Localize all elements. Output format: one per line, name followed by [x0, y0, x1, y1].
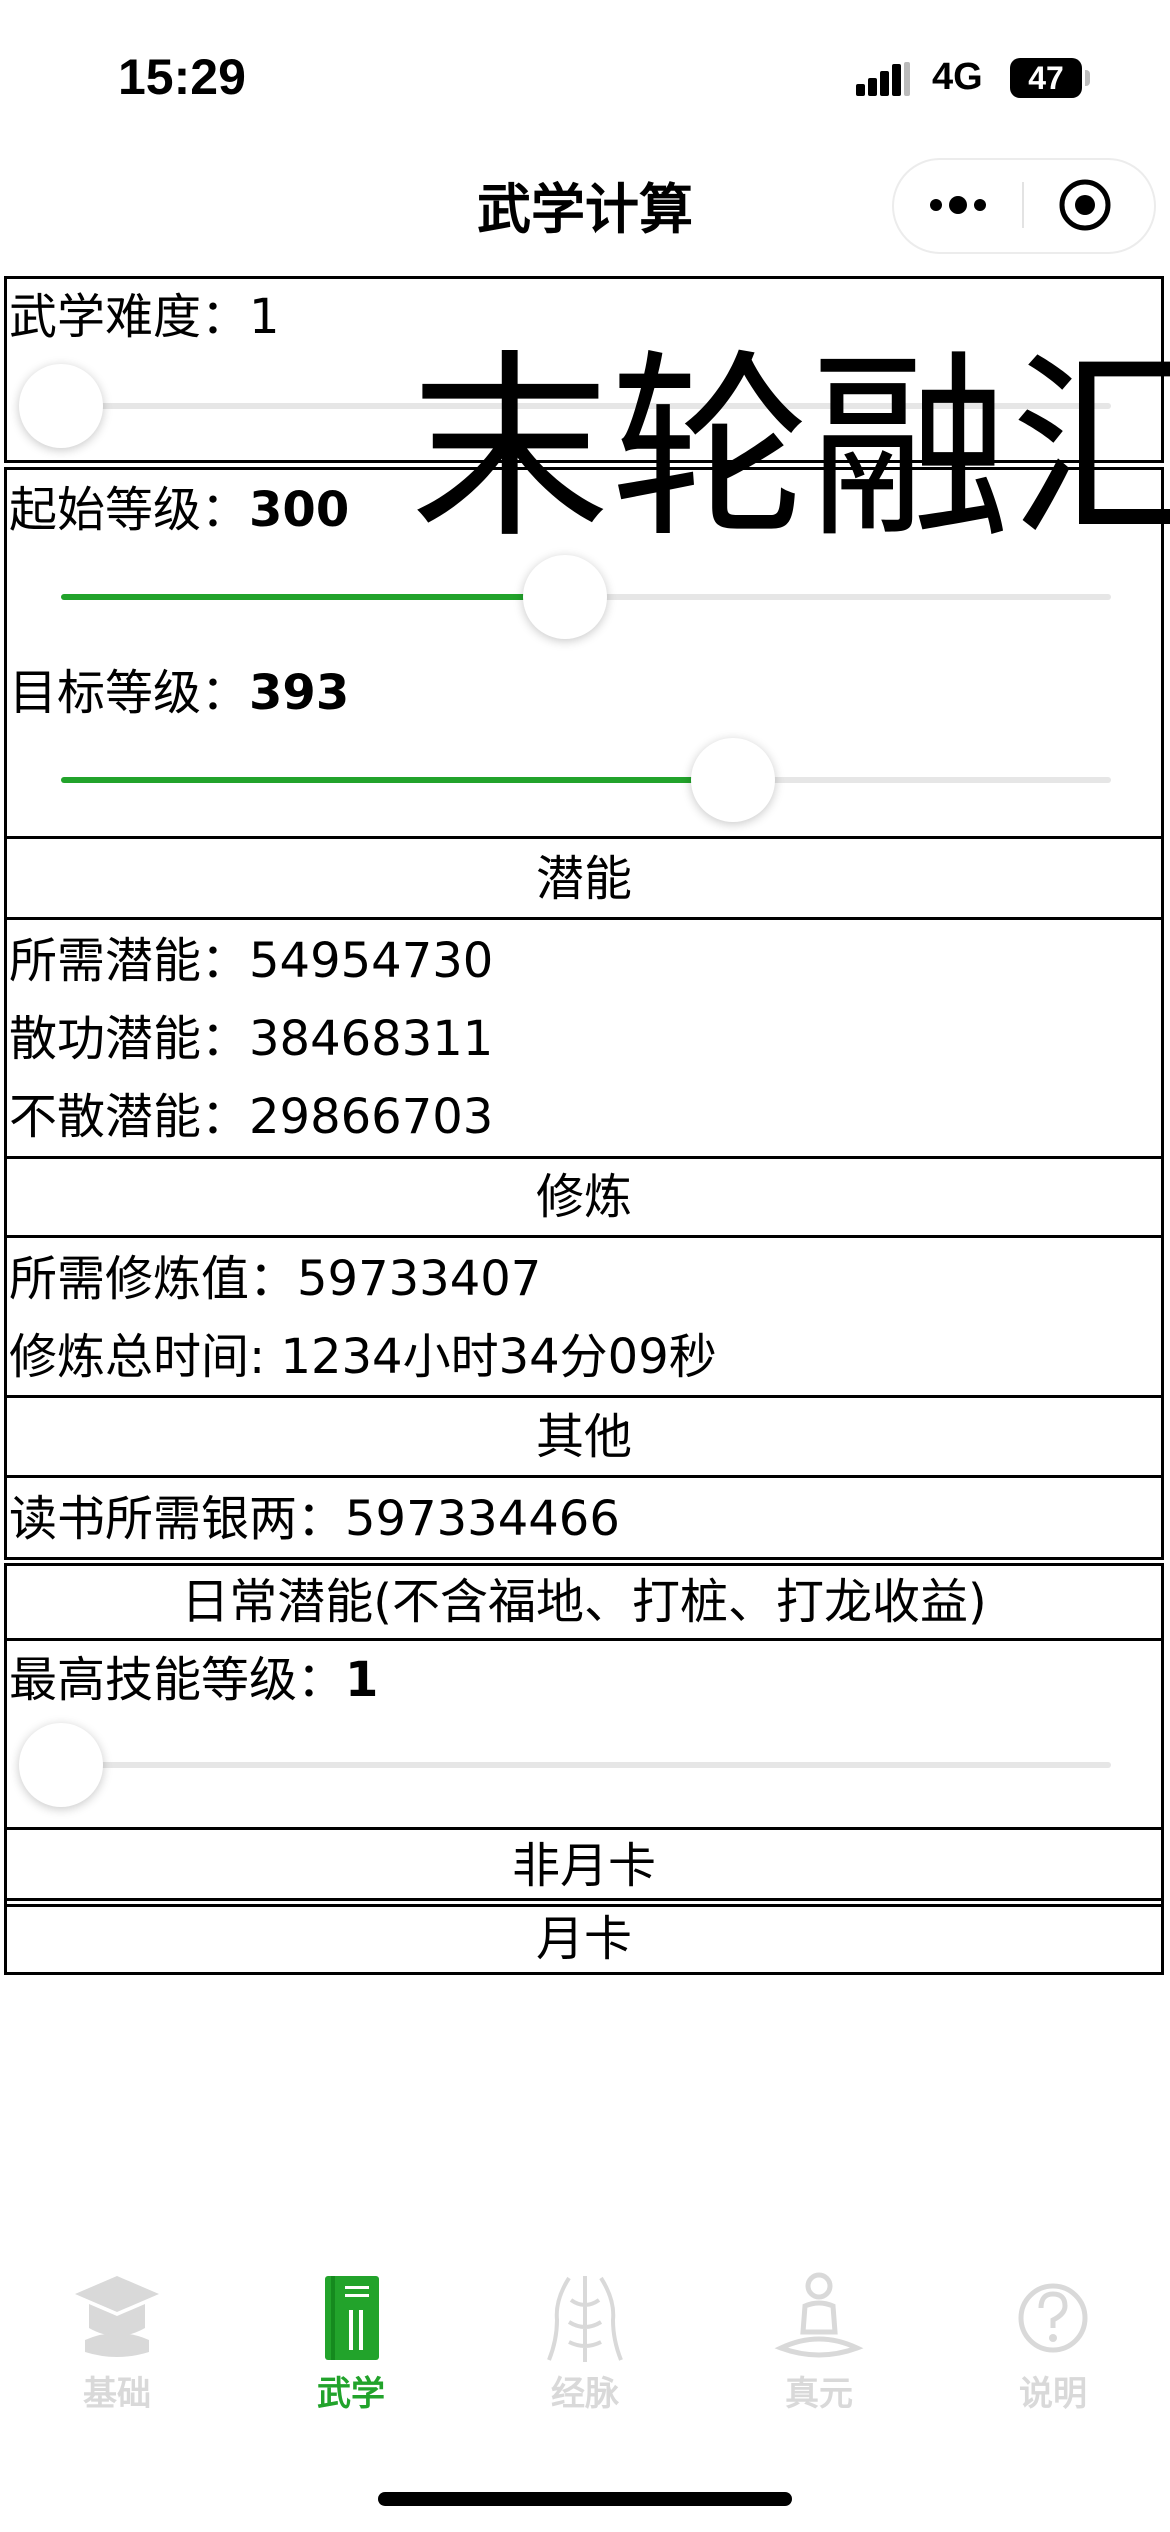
results-box: 潜能 所需潜能：54954730 散功潜能：38468311 不散潜能：2986… [4, 836, 1164, 1560]
potential-row: 散功潜能：38468311 [9, 1011, 494, 1067]
max-level-slider[interactable] [19, 1723, 1111, 1807]
start-level-value: 300 [249, 482, 350, 538]
question-icon [1018, 2283, 1088, 2353]
max-level-slider-thumb[interactable] [19, 1723, 103, 1807]
divider [7, 917, 1161, 920]
target-level-slider[interactable] [61, 738, 1111, 822]
difficulty-row: 武学难度：1 [9, 287, 280, 347]
divider [7, 1827, 1161, 1830]
target-level-slider-thumb[interactable] [691, 738, 775, 822]
daily-header: 日常潜能(不含福地、打桩、打龙收益) [181, 1574, 987, 1630]
meridian-body-icon [547, 2276, 623, 2362]
monthly-card-tab[interactable]: 月卡 [7, 1909, 1161, 1969]
daily-box: 日常潜能(不含福地、打桩、打龙收益) 最高技能等级：1 非月卡 月卡 [4, 1563, 1164, 1975]
max-level-value: 1 [345, 1652, 379, 1708]
start-level-slider-fill [61, 594, 565, 600]
potential-row: 不散潜能：29866703 [9, 1089, 494, 1145]
battery-icon: 47 [1010, 58, 1082, 98]
battery-level: 47 [1028, 60, 1064, 96]
divider [7, 1395, 1161, 1398]
tab-basics[interactable]: 基础 [47, 2270, 187, 2430]
target-level-row: 目标等级：393 [9, 663, 349, 723]
max-level-label: 最高技能等级： [9, 1652, 346, 1708]
start-level-slider[interactable] [61, 555, 1111, 639]
status-time: 15:29 [118, 49, 246, 105]
difficulty-slider-thumb[interactable] [19, 364, 103, 448]
cultivation-header: 修炼 [535, 1169, 632, 1225]
divider [7, 1898, 1161, 1901]
difficulty-label: 武学难度： [9, 289, 250, 345]
other-row: 读书所需银两：597334466 [9, 1491, 620, 1547]
target-circle-icon[interactable] [1058, 178, 1112, 232]
potential-row: 所需潜能：54954730 [9, 933, 494, 989]
divider [7, 1235, 1161, 1238]
divider [7, 1156, 1161, 1159]
tab-martial-arts[interactable]: 武学 [281, 2270, 421, 2430]
tab-true-essence[interactable]: 真元 [749, 2270, 889, 2430]
network-type: 4G [932, 56, 983, 98]
max-level-row: 最高技能等级：1 [9, 1650, 378, 1710]
tab-label: 武学 [317, 2374, 385, 2414]
page-title: 武学计算 [477, 178, 693, 241]
difficulty-value: 1 [249, 289, 280, 345]
divider [7, 1638, 1161, 1641]
target-level-label: 目标等级： [9, 665, 250, 721]
battery-tip [1085, 70, 1090, 86]
tab-label: 说明 [1019, 2374, 1087, 2414]
cultivation-row: 所需修炼值：59733407 [9, 1251, 542, 1307]
tab-label: 经脉 [551, 2374, 619, 2414]
graduation-cap-icon [75, 2276, 159, 2357]
tab-meridians[interactable]: 经脉 [515, 2270, 655, 2430]
cultivation-row: 修炼总时间: 1234小时34分09秒 [9, 1329, 717, 1385]
capsule-divider [1022, 182, 1024, 228]
tab-help[interactable]: 说明 [983, 2270, 1123, 2430]
home-indicator [378, 2492, 792, 2506]
signal-icon [856, 62, 910, 96]
tab-label: 基础 [83, 2374, 151, 2414]
book-icon [325, 2276, 379, 2360]
non-monthly-card-tab[interactable]: 非月卡 [7, 1836, 1161, 1896]
other-header: 其他 [535, 1409, 632, 1465]
start-level-label: 起始等级： [9, 482, 250, 538]
tab-label: 真元 [785, 2374, 853, 2414]
divider [7, 1904, 1161, 1907]
overlay-watermark-text: 末轮融汇 [410, 333, 1170, 566]
start-level-slider-thumb[interactable] [523, 555, 607, 639]
target-level-slider-fill [61, 777, 733, 783]
divider [7, 1475, 1161, 1478]
more-dots-icon[interactable] [922, 188, 994, 222]
meditation-icon [774, 2272, 864, 2358]
potential-header: 潜能 [535, 851, 632, 907]
target-level-value: 393 [249, 665, 350, 721]
start-level-row: 起始等级：300 [9, 480, 349, 540]
